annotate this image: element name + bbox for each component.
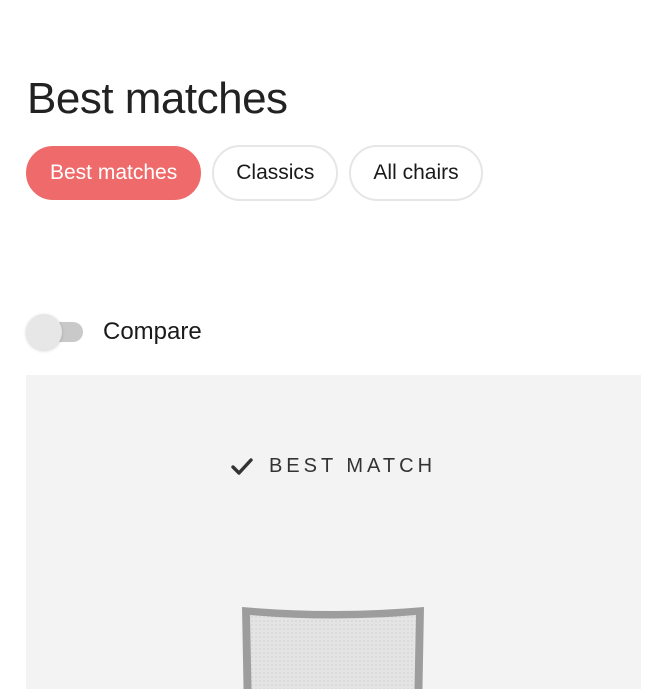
toggle-knob bbox=[26, 314, 62, 350]
compare-label: Compare bbox=[103, 318, 202, 345]
best-match-label: BEST MATCH bbox=[268, 455, 437, 477]
compare-row: Compare bbox=[26, 313, 202, 351]
page: Best matches Best matches Classics All c… bbox=[0, 0, 652, 689]
filter-tab-classics[interactable]: Classics bbox=[212, 145, 339, 201]
filter-tab-all-chairs[interactable]: All chairs bbox=[349, 145, 483, 201]
best-match-badge: BEST MATCH bbox=[26, 455, 641, 478]
filter-tab-best-matches[interactable]: Best matches bbox=[26, 146, 202, 200]
product-card[interactable]: BEST MATCH bbox=[26, 375, 641, 689]
chair-image bbox=[238, 603, 428, 689]
compare-toggle[interactable] bbox=[26, 313, 84, 351]
filter-tabs: Best matches Classics All chairs bbox=[26, 145, 483, 201]
page-title: Best matches bbox=[27, 74, 288, 123]
checkmark-icon bbox=[231, 457, 253, 476]
